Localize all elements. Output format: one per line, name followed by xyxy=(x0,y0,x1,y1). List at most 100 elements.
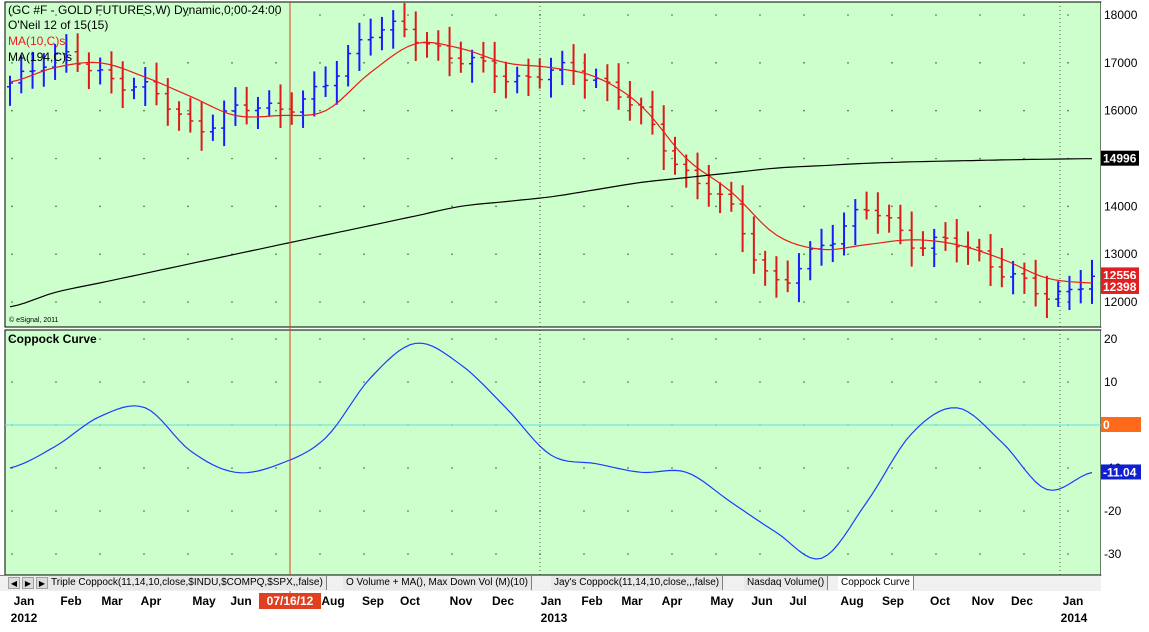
grid-dot xyxy=(935,338,937,340)
grid-dot xyxy=(583,381,585,383)
chart-canvas: 12000130001400015000160001700018000-30-2… xyxy=(0,0,1149,632)
cursor-date-label: 07/16/12 xyxy=(267,594,314,608)
grid-dot xyxy=(407,14,409,16)
grid-dot xyxy=(407,467,409,469)
grid-dot xyxy=(495,510,497,512)
grid-dot xyxy=(143,157,145,160)
tab-scroll-left-icon[interactable]: ◀ xyxy=(8,577,20,589)
grid-dot xyxy=(715,338,717,340)
grid-dot xyxy=(99,109,101,112)
grid-dot xyxy=(363,157,365,160)
grid-dot xyxy=(407,510,409,512)
grid-dot xyxy=(231,205,233,208)
month-tick-label: Mar xyxy=(621,594,643,608)
grid-dot xyxy=(803,510,805,512)
tab-jays-coppock[interactable]: Jay's Coppock(11,14,10,close,,,false) xyxy=(551,576,724,590)
grid-dot xyxy=(231,510,233,512)
price-panel[interactable] xyxy=(4,1,1102,328)
grid-dot xyxy=(275,62,277,64)
grid-dot xyxy=(11,253,13,255)
month-tick-label: Dec xyxy=(492,594,514,608)
month-tick-label: Jun xyxy=(230,594,251,608)
tab-scroll-right-icon[interactable]: ▶ xyxy=(22,577,34,589)
grid-dot xyxy=(99,510,101,512)
grid-dot xyxy=(803,14,805,16)
oneil-indicator-label: O'Neil 12 of 15(15) xyxy=(8,18,108,32)
month-tick-label: Jan xyxy=(541,594,562,608)
grid-dot xyxy=(495,14,497,16)
grid-dot xyxy=(671,381,673,383)
grid-dot xyxy=(891,338,893,340)
grid-dot xyxy=(231,157,233,160)
grid-dot xyxy=(1067,205,1069,208)
grid-dot xyxy=(495,157,497,160)
price-badge-label: 14996 xyxy=(1103,152,1137,166)
grid-dot xyxy=(671,253,673,255)
grid-dot xyxy=(627,301,629,303)
grid-dot xyxy=(451,14,453,16)
year-tick-label: 2013 xyxy=(541,611,568,625)
coppock-title: Coppock Curve xyxy=(8,332,97,346)
grid-dot xyxy=(715,510,717,512)
tab-triple-coppock[interactable]: Triple Coppock(11,14,10,close,$INDU,$COM… xyxy=(48,576,327,590)
grid-dot xyxy=(715,62,717,64)
grid-dot xyxy=(363,109,365,112)
grid-dot xyxy=(11,109,13,112)
grid-dot xyxy=(891,301,893,303)
grid-dot xyxy=(935,109,937,112)
grid-dot xyxy=(55,381,57,383)
grid-dot xyxy=(143,553,145,555)
tab-o-volume[interactable]: O Volume + MA(), Max Down Vol (M)(10) xyxy=(343,576,532,590)
grid-dot xyxy=(495,205,497,208)
grid-dot xyxy=(759,62,761,64)
grid-dot xyxy=(495,109,497,112)
month-tick-label: Nov xyxy=(972,594,995,608)
grid-dot xyxy=(495,467,497,469)
grid-dot xyxy=(759,467,761,469)
grid-dot xyxy=(803,205,805,208)
grid-dot xyxy=(1023,553,1025,555)
grid-dot xyxy=(979,510,981,512)
tab-scroll-end-icon[interactable]: ▶ xyxy=(36,577,48,589)
grid-dot xyxy=(11,381,13,383)
grid-dot xyxy=(1067,253,1069,255)
grid-dot xyxy=(1023,510,1025,512)
grid-dot xyxy=(99,381,101,383)
grid-dot xyxy=(319,157,321,160)
grid-dot xyxy=(363,381,365,383)
grid-dot xyxy=(99,253,101,255)
grid-dot xyxy=(715,553,717,555)
price-tick-label: 13000 xyxy=(1104,247,1138,261)
grid-dot xyxy=(979,157,981,160)
grid-dot xyxy=(759,510,761,512)
grid-dot xyxy=(979,338,981,340)
grid-dot xyxy=(363,338,365,340)
grid-dot xyxy=(1067,109,1069,112)
grid-dot xyxy=(275,381,277,383)
grid-dot xyxy=(891,14,893,16)
grid-dot xyxy=(451,253,453,255)
price-tick-label: 12000 xyxy=(1104,295,1138,309)
grid-dot xyxy=(363,553,365,555)
coppock-panel[interactable] xyxy=(4,329,1102,576)
grid-dot xyxy=(759,553,761,555)
grid-dot xyxy=(759,109,761,112)
tab-coppock-curve[interactable]: Coppock Curve xyxy=(838,576,914,590)
grid-dot xyxy=(979,205,981,208)
grid-dot xyxy=(979,381,981,383)
price-badge-label: 12398 xyxy=(1103,280,1137,294)
grid-dot xyxy=(319,338,321,340)
grid-dot xyxy=(583,338,585,340)
grid-dot xyxy=(275,253,277,255)
grid-dot xyxy=(11,553,13,555)
grid-dot xyxy=(451,467,453,469)
tab-nasdaq-volume[interactable]: Nasdaq Volume() xyxy=(744,576,829,590)
grid-dot xyxy=(671,205,673,208)
grid-dot xyxy=(891,553,893,555)
grid-dot xyxy=(11,301,13,303)
grid-dot xyxy=(847,157,849,160)
grid-dot xyxy=(847,510,849,512)
grid-dot xyxy=(319,109,321,112)
grid-dot xyxy=(143,467,145,469)
month-tick-label: Oct xyxy=(930,594,950,608)
